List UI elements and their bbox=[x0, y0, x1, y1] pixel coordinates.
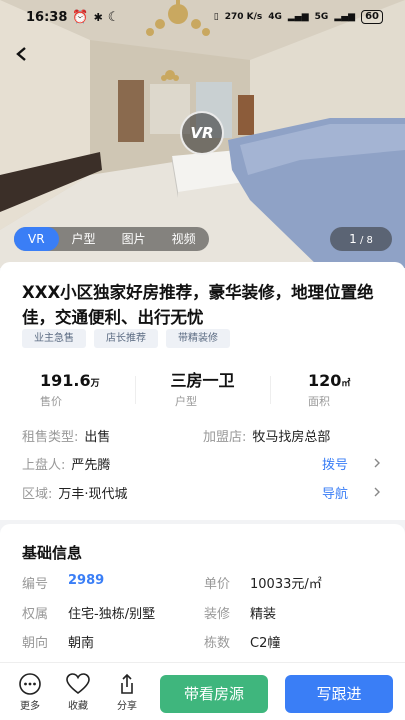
signal-icon-2: ▂▄▆ bbox=[334, 12, 356, 22]
stat-layout-value: 三房一卫 bbox=[170, 371, 235, 390]
alarm-icon: ⏰ bbox=[72, 9, 89, 25]
status-bar: 16:38 ⏰ ✱ ☾ ▯ 270 K/s 4G ▂▄▆ 5G ▂▄▆ 60 bbox=[0, 0, 405, 34]
key-stats: 191.6万 售价 三房一卫 户型 120㎡ 面积 bbox=[0, 370, 405, 410]
photo-counter: 1 / 8 bbox=[330, 227, 392, 251]
stat-price-label: 售价 bbox=[40, 395, 62, 408]
stat-layout-label: 户型 bbox=[175, 395, 197, 408]
stat-layout: 三房一卫 户型 bbox=[135, 370, 270, 410]
listed-by-label: 上盘人: bbox=[22, 458, 66, 473]
basic-info-title: 基础信息 bbox=[22, 544, 83, 562]
listing-title: XXX小区独家好房推荐，豪华装修，地理位置绝佳，交通便利、出行无忧 bbox=[22, 283, 374, 327]
stat-price-value: 191.6 bbox=[40, 371, 91, 390]
chevron-left-icon bbox=[16, 47, 26, 61]
info-value-building: C2幢 bbox=[250, 636, 281, 651]
stat-area-value: 120 bbox=[308, 371, 342, 390]
stat-area-label: 面积 bbox=[308, 395, 330, 408]
photo-counter-total: / 8 bbox=[356, 235, 373, 246]
tag-owner-urgent: 业主急售 bbox=[22, 329, 86, 348]
tab-photos[interactable]: 图片 bbox=[109, 227, 159, 251]
dial-link[interactable]: 拨号 bbox=[322, 454, 348, 473]
chevron-right-icon[interactable] bbox=[372, 487, 382, 497]
tab-vr[interactable]: VR bbox=[14, 227, 59, 251]
more-label: 更多 bbox=[20, 701, 40, 712]
listing-card: XXX小区独家好房推荐，豪华装修，地理位置绝佳，交通便利、出行无忧 业主急售 店… bbox=[0, 262, 405, 520]
rent-sale-type-label: 租售类型: bbox=[22, 430, 79, 445]
info-value-ownership: 住宅-独栋/别墅 bbox=[68, 607, 156, 622]
more-icon bbox=[19, 673, 41, 695]
favorite-button[interactable]: 收藏 bbox=[58, 671, 98, 712]
info-key-decoration: 装修 bbox=[204, 607, 231, 622]
info-value-id: 2989 bbox=[68, 573, 105, 588]
schedule-viewing-button[interactable]: 带看房源 bbox=[160, 675, 268, 713]
moon-icon: ☾ bbox=[107, 9, 120, 25]
share-icon bbox=[121, 673, 133, 694]
signal-icon: ▂▄▆ bbox=[287, 12, 309, 22]
info-key-id: 编号 bbox=[22, 577, 49, 592]
battery-indicator: 60 bbox=[361, 10, 383, 24]
info-value-unit-price: 10033元/㎡ bbox=[250, 577, 322, 592]
stat-price: 191.6万 售价 bbox=[0, 370, 135, 410]
info-key-orientation: 朝向 bbox=[22, 636, 49, 651]
franchise-store: 加盟店: 牧马找房总部 bbox=[203, 426, 330, 445]
photo-counter-current: 1 bbox=[349, 232, 357, 246]
tab-floorplan[interactable]: 户型 bbox=[59, 227, 109, 251]
info-key-building: 栋数 bbox=[204, 636, 231, 651]
share-button[interactable]: 分享 bbox=[107, 671, 147, 712]
vibrate-icon: ▯ bbox=[213, 12, 219, 22]
net-type-4g: 4G bbox=[268, 12, 282, 22]
listed-by: 上盘人: 严先腾 bbox=[22, 454, 110, 473]
stat-area-unit: ㎡ bbox=[341, 379, 351, 389]
status-time: 16:38 bbox=[26, 9, 68, 25]
tag-manager-recommend: 店长推荐 bbox=[94, 329, 158, 348]
back-button[interactable] bbox=[10, 40, 34, 68]
info-value-orientation: 朝南 bbox=[68, 636, 95, 651]
tag-furnished: 带精装修 bbox=[166, 329, 230, 348]
share-label: 分享 bbox=[117, 701, 137, 712]
rent-sale-type: 租售类型: 出售 bbox=[22, 426, 110, 445]
chevron-right-icon[interactable] bbox=[372, 458, 382, 468]
bluetooth-icon: ✱ bbox=[93, 10, 103, 24]
stat-price-unit: 万 bbox=[90, 379, 100, 389]
write-followup-button[interactable]: 写跟进 bbox=[285, 675, 393, 713]
navigate-link[interactable]: 导航 bbox=[322, 483, 348, 502]
rent-sale-type-value: 出售 bbox=[84, 430, 111, 445]
franchise-store-value: 牧马找房总部 bbox=[252, 430, 331, 445]
stat-area: 120㎡ 面积 bbox=[270, 370, 405, 410]
favorite-label: 收藏 bbox=[68, 701, 88, 712]
area: 区域: 万丰·现代城 bbox=[22, 483, 128, 502]
media-tabs: VR 户型 图片 视频 bbox=[14, 227, 209, 251]
hero-photo[interactable]: 16:38 ⏰ ✱ ☾ ▯ 270 K/s 4G ▂▄▆ 5G ▂▄▆ 60 V… bbox=[0, 0, 405, 268]
more-button[interactable]: 更多 bbox=[10, 671, 50, 712]
listing-tags: 业主急售 店长推荐 带精装修 bbox=[22, 329, 230, 348]
tab-video[interactable]: 视频 bbox=[159, 227, 209, 251]
area-value: 万丰·现代城 bbox=[58, 487, 128, 502]
net-type-5g: 5G bbox=[314, 12, 329, 22]
vr-tour-button[interactable]: VR bbox=[180, 111, 224, 155]
area-label: 区域: bbox=[22, 487, 53, 502]
listed-by-value: 严先腾 bbox=[71, 458, 111, 473]
info-key-unit-price: 单价 bbox=[204, 577, 231, 592]
info-value-decoration: 精装 bbox=[250, 607, 277, 622]
franchise-store-label: 加盟店: bbox=[203, 430, 247, 445]
info-key-ownership: 权属 bbox=[22, 607, 49, 622]
bottom-action-bar: 更多 收藏 分享 带看房源 写跟进 bbox=[0, 662, 405, 720]
heart-icon bbox=[66, 673, 90, 695]
net-speed: 270 K/s bbox=[224, 12, 263, 22]
